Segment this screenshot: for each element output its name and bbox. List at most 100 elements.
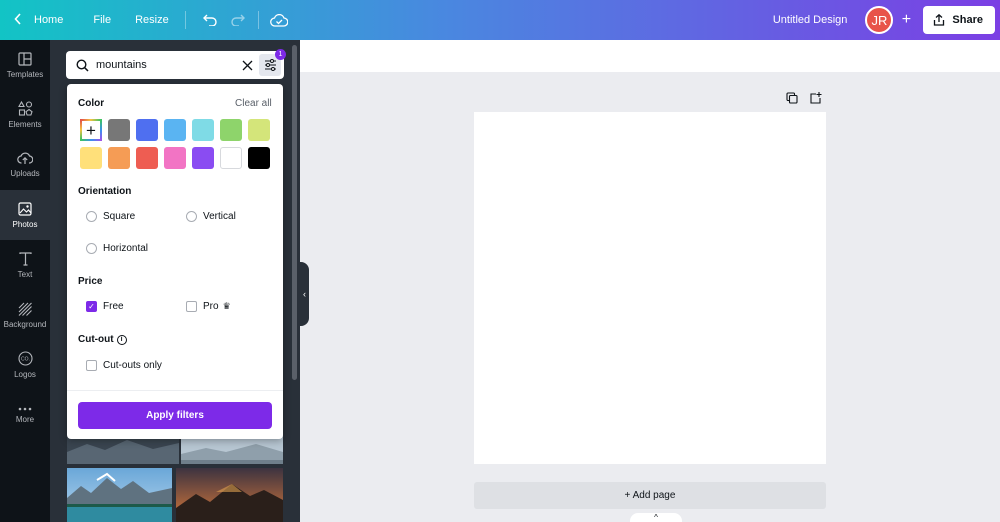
rail-item-photos[interactable]: Photos bbox=[0, 190, 50, 240]
divider bbox=[67, 390, 283, 391]
search-bar: mountains 1 bbox=[66, 49, 286, 79]
editor-toolbar-strip bbox=[300, 40, 1000, 72]
rail-item-elements[interactable]: Elements bbox=[0, 90, 50, 140]
radio-circle bbox=[86, 243, 97, 254]
color-swatch[interactable] bbox=[164, 147, 186, 169]
clear-all-button[interactable]: Clear all bbox=[235, 98, 272, 109]
price-pro-checkbox[interactable]: Pro ♛ bbox=[186, 301, 231, 312]
photo-thumbnail[interactable] bbox=[67, 468, 172, 522]
duplicate-icon bbox=[786, 92, 798, 104]
chevron-left-icon bbox=[14, 12, 22, 28]
option-label: Horizontal bbox=[103, 243, 149, 254]
design-page-canvas[interactable] bbox=[474, 112, 826, 464]
add-page-button[interactable]: + Add page bbox=[474, 482, 826, 509]
color-swatch[interactable] bbox=[192, 119, 214, 141]
price-free-checkbox[interactable]: ✓ Free bbox=[86, 301, 124, 312]
chevron-left-icon: ‹ bbox=[303, 289, 306, 299]
rail-item-uploads[interactable]: Uploads bbox=[0, 140, 50, 190]
orientation-vertical-radio[interactable]: Vertical bbox=[186, 211, 236, 222]
share-button[interactable]: Share bbox=[923, 6, 995, 34]
top-bar: Home File Resize Untitled Design JR + Sh… bbox=[0, 0, 1000, 40]
close-icon bbox=[242, 60, 253, 71]
home-button[interactable]: Home bbox=[0, 0, 73, 40]
add-page-icon bbox=[810, 92, 822, 104]
redo-button[interactable] bbox=[224, 0, 252, 40]
add-member-button[interactable]: + bbox=[895, 6, 917, 34]
color-swatch[interactable] bbox=[108, 147, 130, 169]
cutout-heading-row: Cut-out i bbox=[78, 334, 127, 345]
color-swatch[interactable] bbox=[220, 147, 242, 169]
rail-label: More bbox=[15, 414, 35, 424]
rail-item-more[interactable]: More bbox=[0, 390, 50, 440]
color-swatch[interactable] bbox=[192, 147, 214, 169]
filter-count-badge: 1 bbox=[275, 49, 286, 60]
color-swatch[interactable] bbox=[136, 147, 158, 169]
rail-item-text[interactable]: Text bbox=[0, 240, 50, 290]
duplicate-page-button[interactable] bbox=[786, 92, 798, 104]
color-swatch[interactable] bbox=[80, 147, 102, 169]
file-label: File bbox=[93, 14, 112, 26]
svg-text:CO.: CO. bbox=[21, 357, 30, 363]
resize-button[interactable]: Resize bbox=[125, 0, 179, 40]
chevron-up-icon: ^ bbox=[654, 513, 658, 522]
cutout-heading: Cut-out bbox=[78, 334, 114, 345]
rail-label: Logos bbox=[14, 370, 36, 379]
rail-label: Elements bbox=[8, 120, 42, 129]
rail-item-templates[interactable]: Templates bbox=[0, 40, 50, 90]
add-new-page-button[interactable] bbox=[810, 92, 822, 104]
checkbox-unchecked bbox=[186, 301, 197, 312]
apply-filters-label: Apply filters bbox=[146, 410, 204, 421]
left-nav-rail: Templates Elements Uploads Photos Text B… bbox=[0, 40, 50, 522]
panel-scrollbar[interactable] bbox=[292, 45, 297, 380]
undo-icon bbox=[202, 14, 217, 26]
rail-item-logos[interactable]: CO. Logos bbox=[0, 340, 50, 390]
option-label: Vertical bbox=[203, 211, 236, 222]
more-icon bbox=[18, 407, 32, 410]
clear-search-button[interactable] bbox=[242, 58, 253, 76]
color-swatch[interactable] bbox=[248, 119, 270, 141]
crown-icon: ♛ bbox=[222, 301, 231, 311]
apply-filters-button[interactable]: Apply filters bbox=[78, 402, 272, 429]
color-swatch[interactable] bbox=[248, 147, 270, 169]
share-label: Share bbox=[952, 14, 983, 26]
info-icon[interactable]: i bbox=[116, 334, 127, 345]
avatar-initials: JR bbox=[871, 12, 888, 28]
rail-item-background[interactable]: Background bbox=[0, 290, 50, 340]
rail-label: Text bbox=[17, 269, 33, 279]
share-icon bbox=[934, 14, 945, 26]
color-swatch[interactable] bbox=[136, 119, 158, 141]
photo-thumbnail[interactable] bbox=[176, 468, 283, 522]
filter-popover: Color Clear all + Orientation Square Ver… bbox=[67, 84, 283, 439]
save-status-button[interactable] bbox=[265, 0, 293, 40]
cloud-check-icon bbox=[269, 13, 288, 27]
background-icon bbox=[18, 302, 32, 316]
collapse-panel-button[interactable]: ‹ bbox=[300, 262, 309, 326]
design-title[interactable]: Untitled Design bbox=[773, 14, 848, 26]
notes-toggle[interactable]: ^ bbox=[630, 513, 682, 522]
file-menu-button[interactable]: File bbox=[83, 0, 121, 40]
undo-button[interactable] bbox=[196, 0, 224, 40]
plus-icon: + bbox=[86, 120, 96, 140]
upload-icon bbox=[17, 152, 33, 164]
search-icon bbox=[76, 58, 89, 72]
rail-label: Background bbox=[3, 319, 47, 329]
text-icon bbox=[18, 251, 32, 266]
search-input[interactable]: mountains bbox=[96, 59, 147, 71]
add-page-label: + Add page bbox=[624, 490, 676, 501]
option-label: Square bbox=[103, 211, 136, 222]
cutouts-only-checkbox[interactable]: Cut-outs only bbox=[86, 360, 162, 371]
orientation-horizontal-radio[interactable]: Horizontal bbox=[86, 243, 148, 254]
color-swatch[interactable] bbox=[220, 119, 242, 141]
avatar[interactable]: JR bbox=[865, 6, 894, 34]
color-heading: Color bbox=[78, 98, 105, 109]
filter-button[interactable]: 1 bbox=[259, 49, 286, 76]
color-swatch[interactable] bbox=[108, 119, 130, 141]
add-color-swatch[interactable]: + bbox=[80, 119, 102, 141]
logo-icon: CO. bbox=[17, 351, 33, 366]
radio-circle bbox=[186, 211, 197, 222]
home-label: Home bbox=[34, 14, 64, 26]
photo-icon bbox=[18, 201, 32, 216]
color-swatch[interactable] bbox=[164, 119, 186, 141]
orientation-square-radio[interactable]: Square bbox=[86, 211, 135, 222]
option-label: Cut-outs only bbox=[103, 360, 162, 371]
